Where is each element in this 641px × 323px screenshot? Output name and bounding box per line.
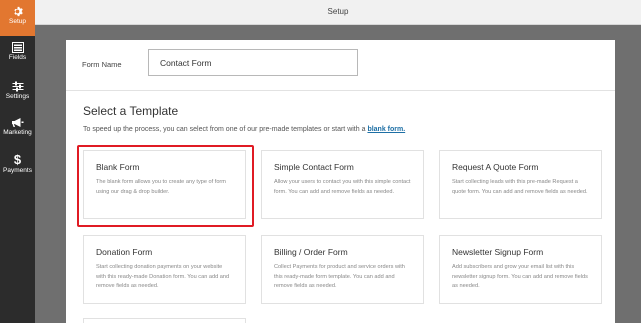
sidebar-item-label: Marketing [3, 129, 32, 136]
sidebar-item-setup[interactable]: Setup [0, 0, 35, 36]
template-subtitle: To speed up the process, you can select … [83, 126, 405, 133]
gear-icon [14, 6, 23, 17]
megaphone-icon [12, 118, 24, 127]
highlight-box [77, 145, 254, 227]
card-description: Start collecting donation payments on yo… [96, 264, 230, 289]
card-description: Add subscribers and grow your email list… [452, 264, 588, 289]
card-title: Simple Contact Form [274, 162, 354, 172]
blank-form-link[interactable]: blank form. [367, 126, 405, 133]
sidebar-item-label: Settings [5, 93, 30, 100]
template-card-request-quote[interactable]: Request A Quote Form Start collecting le… [439, 150, 602, 219]
card-title: Billing / Order Form [274, 247, 348, 257]
form-name-label: Form Name [82, 60, 122, 69]
template-card-donation[interactable]: Donation Form Start collecting donation … [83, 235, 246, 304]
sidebar-item-payments[interactable]: $ Payments [0, 153, 35, 181]
dollar-icon: $ [13, 152, 22, 167]
card-description: Start collecting leads with this pre-mad… [452, 179, 588, 195]
sidebar-item-marketing[interactable]: Marketing [0, 117, 35, 145]
card-title: Donation Form [96, 247, 153, 257]
template-card-billing-order[interactable]: Billing / Order Form Collect Payments fo… [261, 235, 424, 304]
top-bar: Setup [35, 0, 641, 25]
card-description: Allow your users to contact you with thi… [274, 179, 411, 195]
card-title: Newsletter Signup Form [452, 247, 544, 257]
sidebar-item-label: Fields [8, 54, 27, 61]
page-title: Setup [327, 7, 349, 16]
fields-icon [11, 42, 24, 53]
template-card-partial[interactable] [83, 318, 246, 323]
sidebar-item-settings[interactable]: Settings [0, 81, 35, 109]
sidebar-item-fields[interactable]: Fields [0, 42, 35, 70]
template-card-simple-contact[interactable]: Simple Contact Form Allow your users to … [261, 150, 424, 219]
sidebar-item-label: Setup [9, 18, 26, 25]
card-description: Collect Payments for product and service… [274, 264, 405, 289]
sidebar-item-label: Payments [3, 167, 32, 174]
sidebar: Setup Fields Settings Marketing $ Paymen… [0, 0, 35, 323]
form-name-row: Form Name Contact Form [66, 40, 615, 91]
sliders-icon [12, 81, 23, 92]
template-subtitle-text: To speed up the process, you can select … [83, 126, 368, 133]
template-card-newsletter[interactable]: Newsletter Signup Form Add subscribers a… [439, 235, 602, 304]
template-heading: Select a Template [83, 104, 179, 118]
card-title: Request A Quote Form [452, 162, 539, 172]
form-name-input[interactable]: Contact Form [148, 49, 358, 76]
